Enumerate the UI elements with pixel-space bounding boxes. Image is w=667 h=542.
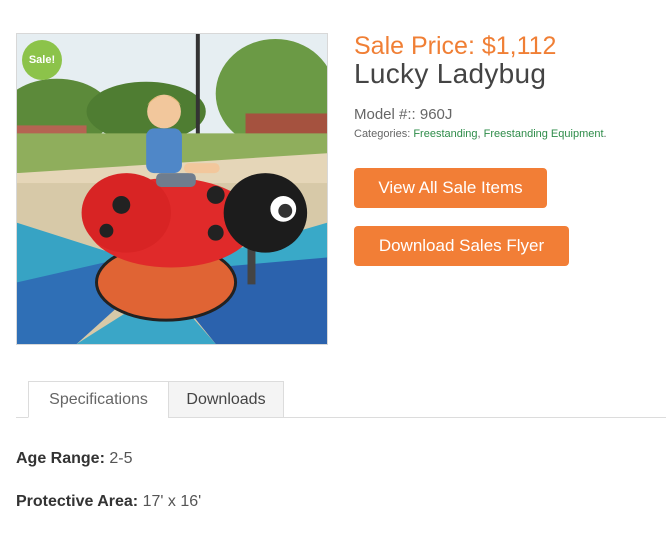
tab-downloads[interactable]: Downloads (168, 381, 284, 418)
spec-label: Protective Area: (16, 493, 139, 510)
spec-value: 17' x 16' (142, 493, 202, 510)
tab-specifications[interactable]: Specifications (28, 381, 169, 418)
spec-age-range: Age Range: 2-5 (16, 450, 132, 468)
category-link-freestanding[interactable]: Freestanding (413, 128, 477, 140)
product-image[interactable] (16, 33, 328, 345)
spec-protective-area: Protective Area: 17' x 16' (16, 493, 201, 511)
sale-price: Sale Price: $1,112 (354, 32, 557, 60)
download-flyer-button[interactable]: Download Sales Flyer (354, 226, 569, 266)
spec-label: Age Range: (16, 450, 105, 467)
product-photo (17, 34, 327, 344)
sale-badge: Sale! (22, 40, 62, 80)
category-link-freestanding-equipment[interactable]: Freestanding Equipment (484, 128, 604, 140)
categories: Categories: Freestanding, Freestanding E… (354, 128, 607, 140)
category-separator: , (477, 128, 481, 140)
view-sale-items-button[interactable]: View All Sale Items (354, 168, 547, 208)
category-end: . (603, 128, 607, 140)
model-number: Model #:: 960J (354, 106, 453, 123)
spec-value: 2-5 (109, 450, 133, 467)
product-title: Lucky Ladybug (354, 58, 547, 89)
categories-label: Categories: (354, 128, 411, 140)
